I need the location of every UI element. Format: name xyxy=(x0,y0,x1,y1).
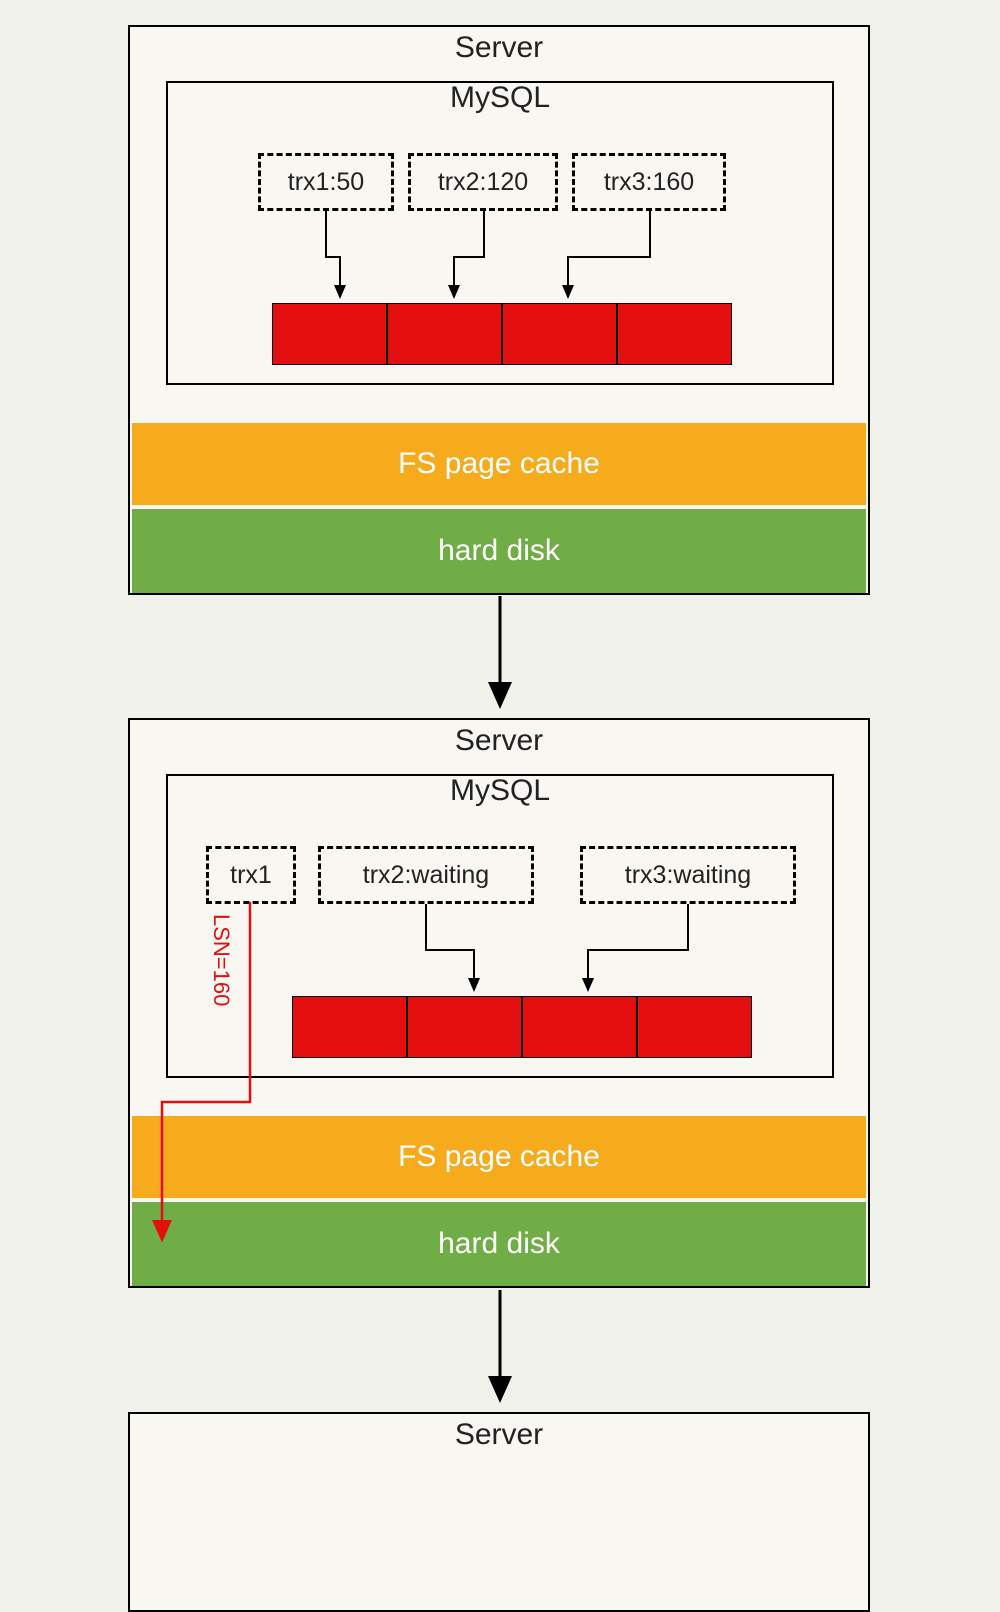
disk-label-s1: hard disk xyxy=(438,534,560,568)
trx3-box-s1: trx3:160 xyxy=(572,153,726,211)
cache-bar-s2: FS page cache xyxy=(132,1116,866,1198)
buffer-cell xyxy=(387,303,502,365)
buffer-cell xyxy=(617,303,732,365)
disk-bar-s2: hard disk xyxy=(132,1202,866,1286)
cache-label-s1: FS page cache xyxy=(398,447,600,481)
server-3-title: Server xyxy=(130,1418,868,1452)
buffer-cell xyxy=(272,303,387,365)
trx2-label-s1: trx2:120 xyxy=(438,168,528,197)
buffer-cell xyxy=(502,303,617,365)
server-1-title: Server xyxy=(130,31,868,65)
diagram-canvas: Server MySQL trx1:50 trx2:120 trx3:160 xyxy=(0,0,1000,1500)
mysql-box-1: MySQL trx1:50 trx2:120 trx3:160 xyxy=(166,81,834,385)
trx2-box-s2: trx2:waiting xyxy=(318,846,534,904)
mysql-box-2: MySQL trx1 trx2:waiting trx3:waiting xyxy=(166,774,834,1078)
trx1-label-s2: trx1 xyxy=(230,861,272,890)
lsn-label: LSN=160 xyxy=(208,914,234,1006)
buffer-cell xyxy=(522,996,637,1058)
server-2-title: Server xyxy=(130,724,868,758)
trx1-label-s1: trx1:50 xyxy=(288,168,364,197)
buffer-row-s1 xyxy=(272,303,732,365)
server-box-2: Server MySQL trx1 trx2:waiting trx3:wait… xyxy=(128,718,870,1288)
cache-label-s2: FS page cache xyxy=(398,1140,600,1174)
trx3-label-s2: trx3:waiting xyxy=(625,861,751,890)
server-box-3: Server xyxy=(128,1412,870,1612)
mysql-2-title: MySQL xyxy=(168,774,832,808)
mysql-1-title: MySQL xyxy=(168,81,832,115)
disk-bar-s1: hard disk xyxy=(132,509,866,593)
server-box-1: Server MySQL trx1:50 trx2:120 trx3:160 xyxy=(128,25,870,595)
buffer-cell xyxy=(407,996,522,1058)
cache-bar-s1: FS page cache xyxy=(132,423,866,505)
buffer-cell xyxy=(637,996,752,1058)
trx3-label-s1: trx3:160 xyxy=(604,168,694,197)
trx2-box-s1: trx2:120 xyxy=(408,153,558,211)
trx3-box-s2: trx3:waiting xyxy=(580,846,796,904)
trx1-box-s2: trx1 xyxy=(206,846,296,904)
buffer-cell xyxy=(292,996,407,1058)
disk-label-s2: hard disk xyxy=(438,1227,560,1261)
trx1-box-s1: trx1:50 xyxy=(258,153,394,211)
trx2-label-s2: trx2:waiting xyxy=(363,861,489,890)
buffer-row-s2 xyxy=(292,996,752,1058)
